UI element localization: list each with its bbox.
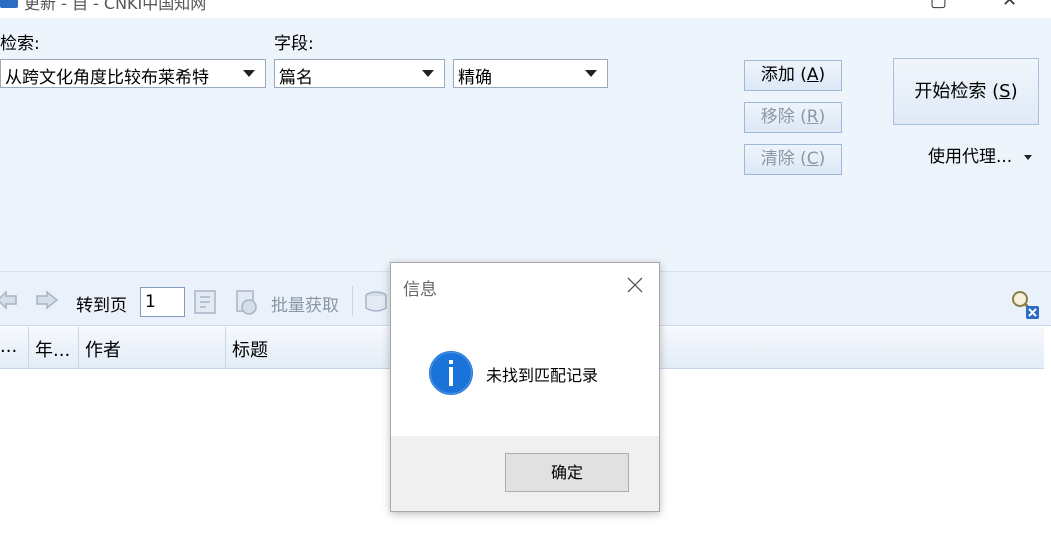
match-value: 精确	[458, 68, 492, 88]
goto-page-label: 转到页	[76, 296, 127, 316]
chevron-down-icon[interactable]	[422, 70, 434, 77]
info-dialog: 信息 未找到匹配记录 确定	[390, 262, 660, 512]
remove-button[interactable]: 移除 (R)	[744, 102, 842, 133]
field-label: 字段:	[274, 34, 314, 54]
start-search-button[interactable]: 开始检索 (S)	[893, 58, 1039, 125]
search-panel: 检索: 字段: 从跨文化角度比较布莱希特 篇名 精确 添加 (A) 移除 (R)…	[0, 18, 1051, 272]
query-label: 检索:	[0, 34, 40, 54]
ok-button[interactable]: 确定	[505, 453, 629, 492]
app-icon	[0, 0, 18, 8]
page-number-input[interactable]	[140, 287, 185, 317]
field-select[interactable]: 篇名	[274, 59, 445, 88]
batch-download-icon[interactable]	[233, 288, 261, 316]
caret-down-icon	[1024, 154, 1033, 160]
batch-download-label[interactable]: 批量获取	[271, 291, 339, 316]
query-value: 从跨文化角度比较布莱希特	[5, 68, 209, 88]
use-proxy-dropdown[interactable]: 使用代理...	[928, 142, 1033, 167]
column-header-author[interactable]: 作者	[79, 327, 226, 369]
clear-search-icon[interactable]	[1008, 288, 1040, 320]
toolbar-separator	[352, 286, 353, 316]
next-page-icon[interactable]	[33, 288, 61, 316]
dialog-message: 未找到匹配记录	[486, 366, 599, 385]
database-icon[interactable]	[362, 288, 390, 316]
minimize-icon[interactable]: ▢	[930, 0, 947, 11]
clear-button[interactable]: 清除 (C)	[744, 144, 842, 175]
add-button[interactable]: 添加 (A)	[744, 60, 842, 91]
prev-page-icon[interactable]	[0, 288, 22, 316]
match-select[interactable]: 精确	[453, 59, 608, 88]
goto-page-icon[interactable]	[192, 288, 220, 316]
column-header-index[interactable]: ...	[0, 327, 29, 369]
chevron-down-icon[interactable]	[585, 70, 597, 77]
field-value: 篇名	[279, 68, 313, 88]
info-icon	[429, 351, 473, 395]
window-title: 更新 - 自 - CNKI中国知网	[24, 0, 207, 13]
close-icon[interactable]	[625, 275, 645, 295]
close-icon[interactable]: ✕	[1002, 0, 1017, 11]
query-combobox[interactable]: 从跨文化角度比较布莱希特	[0, 59, 266, 88]
column-header-year[interactable]: 年...	[29, 327, 79, 369]
dialog-title: 信息	[403, 280, 437, 300]
dialog-footer: 确定	[391, 436, 659, 511]
title-bar: 更新 - 自 - CNKI中国知网 ▢ ✕	[0, 0, 1051, 18]
chevron-down-icon[interactable]	[243, 70, 255, 77]
